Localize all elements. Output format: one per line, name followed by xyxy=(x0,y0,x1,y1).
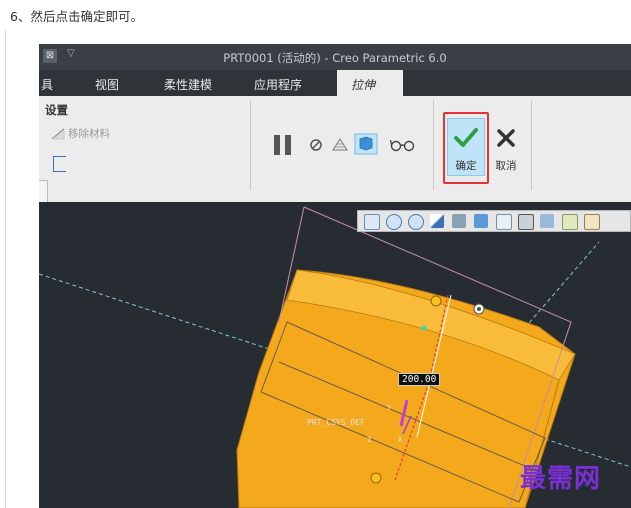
cancel-icon[interactable] xyxy=(496,128,516,148)
no-preview-icon[interactable] xyxy=(309,138,323,152)
ribbon-divider xyxy=(250,100,251,190)
zoom-in-icon[interactable] xyxy=(386,214,402,230)
cancel-label[interactable]: 取消 xyxy=(491,158,521,173)
verify-mode-icon[interactable] xyxy=(354,133,378,155)
creo-screenshot: ⊠ ▽ PRT0001 (活动的) - Creo Parametric 6.0 … xyxy=(39,44,631,508)
window-title: PRT0001 (活动的) - Creo Parametric 6.0 xyxy=(223,51,447,65)
datum-display-icon[interactable] xyxy=(562,214,578,230)
view-manager-icon[interactable] xyxy=(496,214,512,230)
graphics-viewport[interactable]: 200.00 PRT_CSYS_DEF Y Z X 最需网 xyxy=(39,202,631,508)
repaint-icon[interactable] xyxy=(430,214,444,228)
tab-view[interactable]: 视图 xyxy=(95,76,119,93)
refit-icon[interactable] xyxy=(364,214,380,230)
axis-x-label: X xyxy=(398,436,403,444)
placement-tab-handle[interactable] xyxy=(39,180,48,204)
preview-icon[interactable] xyxy=(331,136,349,154)
remove-material-icon xyxy=(51,128,65,140)
annotation-display-icon[interactable] xyxy=(540,214,554,228)
tab-tools[interactable]: 具 xyxy=(41,76,53,93)
glasses-icon[interactable] xyxy=(390,138,416,152)
ribbon-panel: 设置 移除材料 确定 取消 xyxy=(39,96,631,204)
ribbon-tabs: 具 视图 柔性建模 应用程序 拉伸 xyxy=(39,70,631,96)
csys-label: PRT_CSYS_DEF xyxy=(307,418,365,427)
tab-applications[interactable]: 应用程序 xyxy=(254,76,302,93)
tab-flexible-modeling[interactable]: 柔性建模 xyxy=(164,76,212,93)
sketch-icon[interactable] xyxy=(53,156,66,172)
quote-border xyxy=(5,30,6,508)
watermark-logo: 最需网 xyxy=(520,464,602,494)
perspective-icon[interactable] xyxy=(518,214,534,230)
pause-icon[interactable] xyxy=(272,134,294,156)
settings-group-title: 设置 xyxy=(45,103,68,117)
saved-orientations-icon[interactable] xyxy=(474,214,488,228)
zoom-out-icon[interactable] xyxy=(408,214,424,230)
remove-material-option[interactable]: 移除材料 xyxy=(51,126,110,141)
view-toolbar xyxy=(357,210,631,232)
depth-dimension[interactable]: 200.00 xyxy=(398,373,441,386)
axis-z-label: Z xyxy=(367,436,372,444)
spin-center-icon[interactable] xyxy=(584,214,600,230)
ribbon-divider xyxy=(433,100,434,190)
instruction-text: 6、然后点击确定即可。 xyxy=(10,9,143,24)
ribbon-divider xyxy=(531,100,532,190)
tab-extrude[interactable]: 拉伸 xyxy=(337,70,403,96)
display-style-icon[interactable] xyxy=(452,214,466,228)
ok-highlight-frame xyxy=(443,112,489,184)
axis-y-label: Y xyxy=(387,404,392,412)
title-bar: ⊠ ▽ PRT0001 (活动的) - Creo Parametric 6.0 xyxy=(39,44,631,70)
remove-material-label: 移除材料 xyxy=(68,128,110,140)
